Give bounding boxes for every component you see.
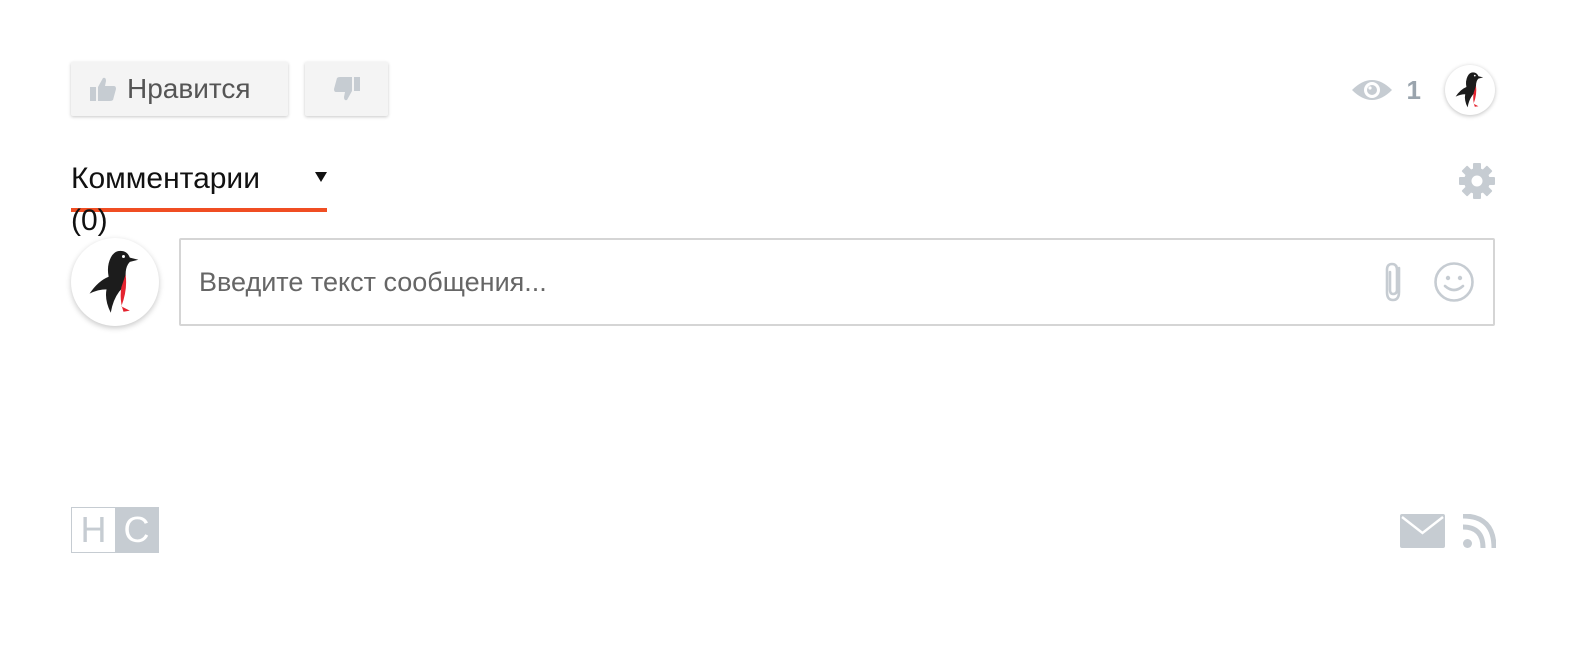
comments-tab[interactable]: Комментарии (0) [71,158,327,237]
reactions-bar: Нравится [71,62,388,116]
paperclip-icon[interactable] [1377,260,1411,304]
gear-icon[interactable] [1458,162,1496,200]
logo-letter-c: C [115,508,158,552]
caret-down-icon [315,172,327,182]
eye-icon [1351,80,1392,100]
user-avatar[interactable] [71,238,159,326]
views-counter: 1 [1351,70,1421,110]
views-count: 1 [1406,74,1421,105]
thumbs-up-icon [90,77,116,101]
thumbs-down-icon [333,77,360,101]
comment-compose-box [179,238,1495,326]
smiley-icon[interactable] [1433,261,1475,303]
like-label: Нравится [127,73,251,104]
comment-input[interactable] [181,239,1377,325]
logo-letter-h: H [72,508,115,552]
comments-widget: Нравится 1 Комментарии (0) Введите текст… [0,0,1594,664]
penguin-avatar-icon [1455,72,1484,108]
penguin-avatar-icon [89,250,139,313]
comments-title: Комментарии (0) [71,162,260,237]
like-button[interactable]: Нравится [71,62,288,116]
hypercomments-logo[interactable]: H C [71,507,159,553]
mail-icon[interactable] [1400,514,1445,548]
dislike-button[interactable] [305,62,388,116]
rss-icon[interactable] [1463,514,1496,548]
author-avatar[interactable] [1445,65,1495,115]
